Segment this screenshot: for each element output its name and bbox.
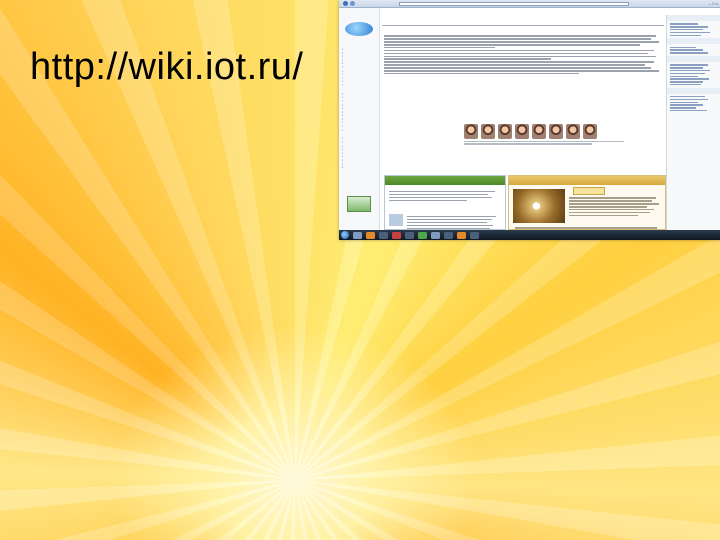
photo-captions	[464, 140, 624, 145]
welcome-title	[384, 28, 662, 34]
photo-row	[464, 124, 597, 139]
wiki-content	[382, 15, 666, 240]
taskbar-app-icon[interactable]	[405, 231, 414, 239]
photo[interactable]	[515, 124, 529, 139]
news-badge	[573, 187, 605, 195]
taskbar-apps	[353, 231, 479, 239]
window-controls[interactable]: – □ ×	[709, 1, 718, 6]
news-image[interactable]	[513, 189, 565, 223]
left-thumbnail[interactable]	[389, 214, 403, 226]
right-sidebar-links	[667, 62, 720, 88]
taskbar-app-icon[interactable]	[366, 231, 375, 239]
photo[interactable]	[481, 124, 495, 139]
address-bar[interactable]	[399, 1, 629, 6]
right-sidebar-links	[667, 21, 720, 38]
welcome-text	[384, 35, 662, 75]
wiki-sidebar: ▪ ▪ ▪ ▪ ▪ ▪ ▪ ▪ ▪ ▪ ▪ ▪ ▪ ▪ ▪ ▪ ▪ ▪ ▪ ▪ ▪ ▪ ▪ ▪ ▪ ▪ ▪ ▪ ▪ ▪ ▪	[339, 8, 380, 231]
browser-tabs	[382, 8, 690, 14]
photo[interactable]	[566, 124, 580, 139]
photo[interactable]	[549, 124, 563, 139]
left-column-text	[389, 189, 501, 203]
right-sidebar-links	[667, 44, 720, 56]
photo[interactable]	[498, 124, 512, 139]
taskbar-app-icon[interactable]	[392, 231, 401, 239]
welcome-box	[384, 28, 662, 168]
photo[interactable]	[532, 124, 546, 139]
sidebar-badge[interactable]	[347, 196, 371, 212]
forward-arrow-icon[interactable]	[350, 1, 355, 6]
right-column	[508, 175, 666, 240]
taskbar-app-icon[interactable]	[431, 231, 440, 239]
page-heading	[382, 15, 664, 26]
windows-taskbar	[339, 230, 720, 240]
left-column	[384, 175, 506, 240]
wiki-right-sidebar	[666, 15, 720, 230]
photo[interactable]	[464, 124, 478, 139]
windows-start-icon[interactable]	[341, 231, 349, 239]
wiki-logo[interactable]	[345, 22, 373, 36]
right-column-title	[509, 176, 665, 185]
browser-screenshot: – □ × ▪ ▪ ▪ ▪ ▪ ▪ ▪ ▪ ▪ ▪ ▪ ▪ ▪ ▪ ▪ ▪ ▪ ▪ ▪ ▪ ▪ ▪ ▪ ▪ ▪ ▪ ▪ ▪ ▪…	[339, 0, 720, 240]
news-text	[569, 196, 661, 218]
photo[interactable]	[583, 124, 597, 139]
browser-toolbar: – □ ×	[339, 0, 720, 8]
taskbar-app-icon[interactable]	[457, 231, 466, 239]
taskbar-app-icon[interactable]	[379, 231, 388, 239]
sidebar-links: ▪ ▪ ▪ ▪ ▪ ▪ ▪ ▪ ▪ ▪ ▪ ▪ ▪ ▪ ▪ ▪ ▪ ▪ ▪ ▪ ▪ ▪ ▪ ▪ ▪ ▪ ▪ ▪ ▪ ▪ ▪	[342, 47, 343, 169]
taskbar-app-icon[interactable]	[353, 231, 362, 239]
taskbar-app-icon[interactable]	[444, 231, 453, 239]
taskbar-app-icon[interactable]	[470, 231, 479, 239]
left-column-title	[385, 176, 505, 185]
taskbar-app-icon[interactable]	[418, 231, 427, 239]
back-arrow-icon[interactable]	[343, 1, 348, 6]
slide-title: http://wiki.iot.ru/	[30, 46, 304, 88]
right-sidebar-links	[667, 94, 720, 114]
